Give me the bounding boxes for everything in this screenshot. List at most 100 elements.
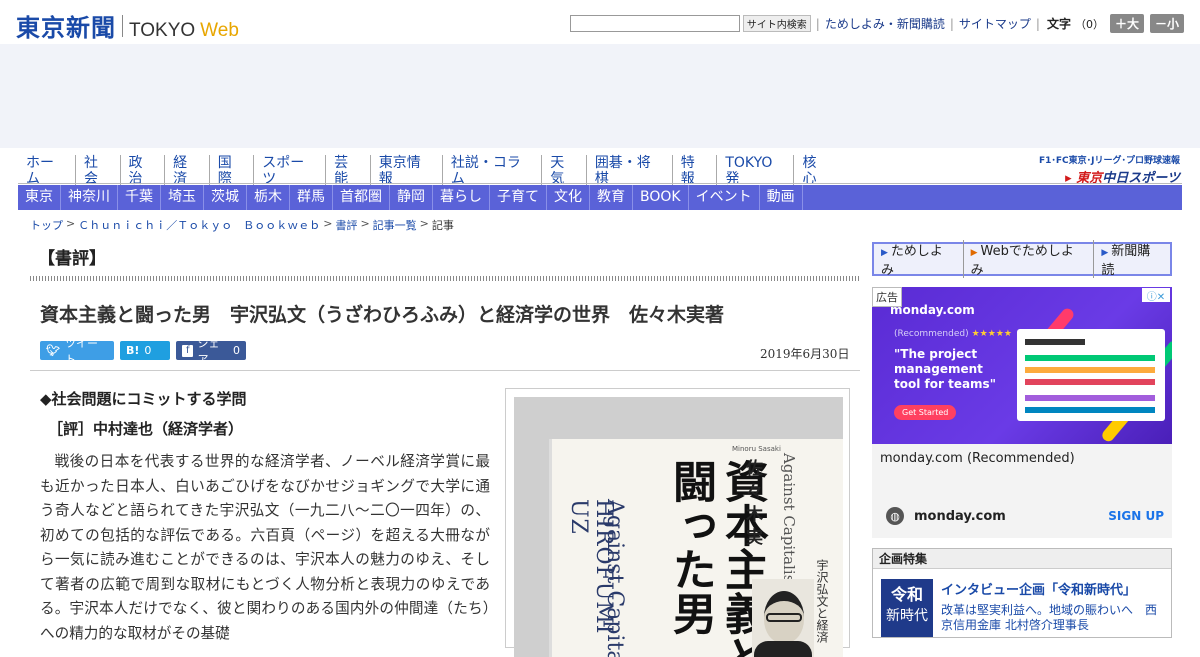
facebook-label: シェア xyxy=(197,336,220,366)
ad-screen-row xyxy=(1025,339,1085,345)
ad-title[interactable]: monday.com (Recommended) xyxy=(880,451,1075,466)
site-logo[interactable]: 東京新聞 TOKYO Web xyxy=(16,8,239,43)
twitter-bird-icon: 🐦︎ xyxy=(46,344,60,357)
feature-thumbnail[interactable]: 令和 新時代 xyxy=(881,579,933,637)
ad-recommended-label: (Recommended) xyxy=(894,329,969,339)
article-divider xyxy=(30,370,860,371)
nav2-item-kanagawa[interactable]: 神奈川 xyxy=(61,185,118,210)
facebook-count: 0 xyxy=(233,344,240,357)
util-divider: | xyxy=(815,16,820,31)
star-rating-icon: ★★★★★ xyxy=(971,329,1012,339)
breadcrumb-top[interactable]: トップ xyxy=(30,217,63,233)
ad-label: 広告 xyxy=(872,287,902,307)
nav2-item-chiba[interactable]: 千葉 xyxy=(118,185,161,210)
nav2-item-culture[interactable]: 文化 xyxy=(547,185,590,210)
ad-screen-row xyxy=(1025,407,1155,413)
font-smaller-button[interactable]: －小 xyxy=(1149,14,1184,33)
book-en-title-3: Against Capitalism xyxy=(780,453,798,597)
nav2-item-tochigi[interactable]: 栃木 xyxy=(247,185,290,210)
nav2-item-event[interactable]: イベント xyxy=(689,185,760,210)
logo-jp-text: 東京新聞 xyxy=(16,13,116,42)
feature-description[interactable]: 改革は堅実利益へ。地域の賑わいへ 西京信用金庫 北村啓介理事長 xyxy=(941,603,1166,633)
ad-brand: monday.com xyxy=(890,303,975,317)
sitemap-link[interactable]: サイトマップ xyxy=(959,15,1031,32)
feature-thumb-line1: 令和 xyxy=(890,585,923,604)
share-buttons: 🐦︎ ツイート B! 0 f シェア 0 xyxy=(40,337,252,366)
nav2-item-gunma[interactable]: 群馬 xyxy=(290,185,333,210)
facebook-share-button[interactable]: f シェア 0 xyxy=(176,337,246,366)
font-size-count: （0） xyxy=(1074,17,1104,31)
sidebar-web-trial-label: Webでためしよみ xyxy=(970,244,1074,278)
sidebar-web-trial-link[interactable]: ▶ Webでためしよみ xyxy=(964,240,1095,278)
breadcrumb-review[interactable]: 書評 xyxy=(335,217,357,233)
nav2-item-video[interactable]: 動画 xyxy=(760,185,803,210)
sidebar-ad[interactable]: monday.com (Recommended) ★★★★★ "The proje… xyxy=(872,287,1172,538)
breadcrumb-separator: > xyxy=(66,217,76,230)
book-en-title-2: Against Capita xyxy=(602,499,627,657)
article-body: 戦後の日本を代表する世界的な経済学者、ノーベル経済学賞に最も近かった日本人、白い… xyxy=(40,453,490,642)
sidebar-subscribe-label: 新聞購読 xyxy=(1101,244,1151,278)
nav2-item-tokyo[interactable]: 東京 xyxy=(18,185,61,210)
nav2-item-shutoken[interactable]: 首都圏 xyxy=(333,185,390,210)
breadcrumb-separator: > xyxy=(323,217,333,230)
breadcrumb-article-list[interactable]: 記事一覧 xyxy=(373,217,417,233)
sidebar-subscribe-link[interactable]: ▶ 新聞購読 xyxy=(1094,240,1170,278)
search-input[interactable] xyxy=(569,15,740,32)
nav2-item-education[interactable]: 教育 xyxy=(590,185,633,210)
article-date: 2019年6月30日 xyxy=(760,347,850,361)
tweet-button[interactable]: 🐦︎ ツイート xyxy=(40,337,114,366)
ad-choices-icon[interactable]: ⓘ✕ xyxy=(1142,288,1170,303)
breadcrumb-bookweb[interactable]: Ｃｈｕｎｉｃｈｉ／Ｔｏｋｙｏ Ｂｏｏｋｗｅｂ xyxy=(78,217,320,233)
tweet-label: ツイート xyxy=(64,336,98,366)
sidebar-trial-label: ためしよみ xyxy=(881,244,943,278)
arrow-right-icon: ▶ xyxy=(881,248,888,258)
search-button[interactable]: サイト内検索 xyxy=(742,15,811,32)
ad-recommended: (Recommended) ★★★★★ xyxy=(894,329,1012,339)
ad-signup-button[interactable]: SIGN UP xyxy=(1108,509,1164,523)
section-label: 【書評】 xyxy=(38,249,106,269)
util-divider: | xyxy=(1035,16,1040,31)
portrait-glasses xyxy=(766,613,802,622)
ad-cta-button[interactable]: Get Started xyxy=(894,405,957,420)
logo-tokyo-text: TOKYO xyxy=(129,20,196,41)
book-cover-image[interactable]: HIROFUMI UZ Against Capita 資本主義と闘った男 佐々木… xyxy=(505,388,850,657)
nav2-item-saitama[interactable]: 埼玉 xyxy=(161,185,204,210)
breadcrumb-current: 記事 xyxy=(431,219,454,232)
ad-screen-row xyxy=(1025,355,1155,361)
book-author-en: Minoru Sasaki xyxy=(732,445,781,453)
logo-web-text: Web xyxy=(200,20,239,41)
hatena-icon: B! xyxy=(126,344,140,357)
portrait-suit xyxy=(754,641,812,657)
book-cover: HIROFUMI UZ Against Capita 資本主義と闘った男 佐々木… xyxy=(552,439,843,657)
ad-screen-row xyxy=(1025,395,1155,401)
ad-headline: "The project management tool for teams" xyxy=(894,347,996,391)
primary-nav: ホーム 社会 政治 経済 国際 スポーツ 芸能 東京情報 社説・コラム 天気 囲… xyxy=(18,155,838,187)
hatena-bookmark-button[interactable]: B! 0 xyxy=(120,341,170,360)
facebook-icon: f xyxy=(182,344,194,357)
feature-title[interactable]: インタビュー企画「令和新時代」 xyxy=(941,579,1136,598)
site-header: 東京新聞 TOKYO Web サイト内検索 | ためしよみ・新聞購読 | サイト… xyxy=(0,0,1200,44)
chunichi-tagline: F1･FC東京･Jリーグ･プロ野球速報 xyxy=(1038,156,1180,166)
font-bigger-button[interactable]: ＋大 xyxy=(1109,14,1144,33)
top-ad-banner xyxy=(0,44,1200,148)
trial-subscribe-link[interactable]: ためしよみ・新聞購読 xyxy=(825,15,945,32)
sidebar-trial-link[interactable]: ▶ ためしよみ xyxy=(874,240,964,278)
nav2-item-ibaraki[interactable]: 茨城 xyxy=(204,185,247,210)
util-divider: | xyxy=(949,16,954,31)
nav2-item-book[interactable]: BOOK xyxy=(633,185,689,210)
article-reviewer: ［評］中村達也（経済学者） xyxy=(48,420,244,438)
secondary-nav: 東京 神奈川 千葉 埼玉 茨城 栃木 群馬 首都圏 静岡 暮らし 子育て 文化 … xyxy=(18,185,1182,210)
feature-box: 企画特集 令和 新時代 インタビュー企画「令和新時代」 改革は堅実利益へ。地域の… xyxy=(872,548,1172,638)
article-title: 資本主義と闘った男 宇沢弘文（うざわひろふみ）と経済学の世界 佐々木実著 xyxy=(40,304,725,326)
chunichi-sports-banner[interactable]: F1･FC東京･Jリーグ･プロ野球速報 ▸ 東京中日スポーツ xyxy=(1039,153,1180,186)
author-portrait xyxy=(752,579,814,657)
ad-domain: monday.com xyxy=(914,508,1006,524)
nav2-item-parenting[interactable]: 子育て xyxy=(490,185,547,210)
nav2-item-living[interactable]: 暮らし xyxy=(433,185,490,210)
feature-header: 企画特集 xyxy=(873,549,1171,569)
nav2-item-shizuoka[interactable]: 静岡 xyxy=(390,185,433,210)
book-photo-background: HIROFUMI UZ Against Capita 資本主義と闘った男 佐々木… xyxy=(514,397,843,657)
hatena-count: 0 xyxy=(144,344,152,357)
book-subtitle: 宇沢弘文と経済 xyxy=(815,559,829,643)
logo-divider xyxy=(122,14,123,37)
